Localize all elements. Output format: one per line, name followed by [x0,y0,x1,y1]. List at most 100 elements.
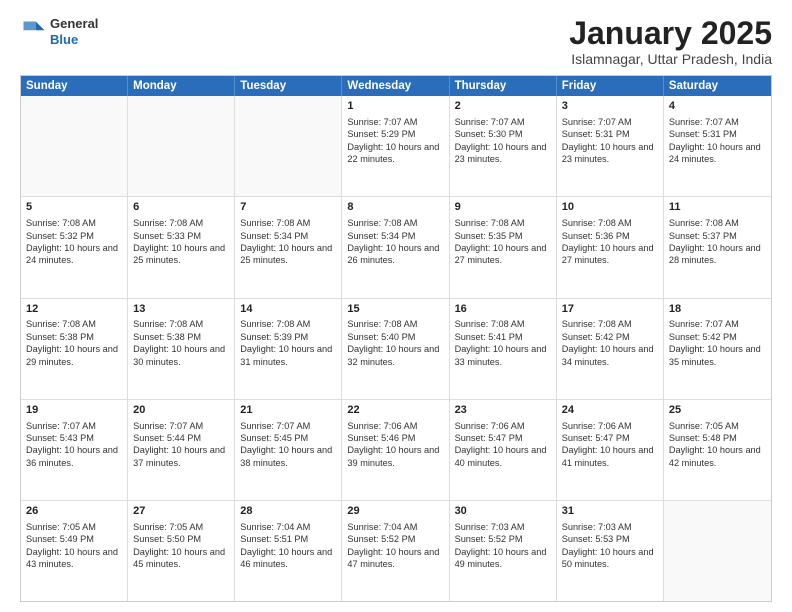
cal-cell: 1Sunrise: 7:07 AMSunset: 5:29 PMDaylight… [342,96,449,196]
sunset-text: Sunset: 5:33 PM [133,230,229,242]
daylight-text: Daylight: 10 hours and 49 minutes. [455,546,551,571]
sunset-text: Sunset: 5:36 PM [562,230,658,242]
logo-general-text: General [50,16,98,32]
day-number: 2 [455,99,551,114]
sunrise-text: Sunrise: 7:08 AM [455,318,551,330]
daylight-text: Daylight: 10 hours and 33 minutes. [455,343,551,368]
day-number: 17 [562,302,658,317]
cal-cell: 29Sunrise: 7:04 AMSunset: 5:52 PMDayligh… [342,501,449,601]
sunrise-text: Sunrise: 7:08 AM [133,217,229,229]
daylight-text: Daylight: 10 hours and 42 minutes. [669,444,766,469]
daylight-text: Daylight: 10 hours and 26 minutes. [347,242,443,267]
sunrise-text: Sunrise: 7:08 AM [562,217,658,229]
logo-icon [20,18,48,46]
sunrise-text: Sunrise: 7:05 AM [669,420,766,432]
day-number: 3 [562,99,658,114]
calendar: SundayMondayTuesdayWednesdayThursdayFrid… [20,75,772,602]
cal-cell: 16Sunrise: 7:08 AMSunset: 5:41 PMDayligh… [450,299,557,399]
sunrise-text: Sunrise: 7:03 AM [562,521,658,533]
daylight-text: Daylight: 10 hours and 40 minutes. [455,444,551,469]
daylight-text: Daylight: 10 hours and 31 minutes. [240,343,336,368]
day-number: 8 [347,200,443,215]
daylight-text: Daylight: 10 hours and 45 minutes. [133,546,229,571]
day-number: 5 [26,200,122,215]
sunset-text: Sunset: 5:47 PM [562,432,658,444]
daylight-text: Daylight: 10 hours and 37 minutes. [133,444,229,469]
daylight-text: Daylight: 10 hours and 39 minutes. [347,444,443,469]
cal-cell: 26Sunrise: 7:05 AMSunset: 5:49 PMDayligh… [21,501,128,601]
cal-cell: 9Sunrise: 7:08 AMSunset: 5:35 PMDaylight… [450,197,557,297]
daylight-text: Daylight: 10 hours and 22 minutes. [347,141,443,166]
daylight-text: Daylight: 10 hours and 27 minutes. [562,242,658,267]
cal-cell: 31Sunrise: 7:03 AMSunset: 5:53 PMDayligh… [557,501,664,601]
sunset-text: Sunset: 5:48 PM [669,432,766,444]
day-number: 23 [455,403,551,418]
day-number: 10 [562,200,658,215]
day-number: 31 [562,504,658,519]
day-number: 6 [133,200,229,215]
sunset-text: Sunset: 5:32 PM [26,230,122,242]
sunrise-text: Sunrise: 7:07 AM [240,420,336,432]
sunset-text: Sunset: 5:31 PM [669,128,766,140]
month-title: January 2025 [569,16,772,51]
sunrise-text: Sunrise: 7:08 AM [669,217,766,229]
sunrise-text: Sunrise: 7:04 AM [347,521,443,533]
sunset-text: Sunset: 5:35 PM [455,230,551,242]
sunrise-text: Sunrise: 7:08 AM [240,318,336,330]
daylight-text: Daylight: 10 hours and 23 minutes. [455,141,551,166]
sunrise-text: Sunrise: 7:07 AM [562,116,658,128]
sunset-text: Sunset: 5:47 PM [455,432,551,444]
sunrise-text: Sunrise: 7:08 AM [26,217,122,229]
sunrise-text: Sunrise: 7:07 AM [347,116,443,128]
day-number: 27 [133,504,229,519]
sunrise-text: Sunrise: 7:08 AM [562,318,658,330]
cal-cell: 5Sunrise: 7:08 AMSunset: 5:32 PMDaylight… [21,197,128,297]
sunset-text: Sunset: 5:38 PM [26,331,122,343]
day-number: 28 [240,504,336,519]
day-number: 18 [669,302,766,317]
cal-cell: 19Sunrise: 7:07 AMSunset: 5:43 PMDayligh… [21,400,128,500]
week-row-4: 19 Sunrise: 7:07 AM Sunset: 5:43 PM Dayligh… [21,400,771,501]
cal-cell: 15Sunrise: 7:08 AMSunset: 5:40 PMDayligh… [342,299,449,399]
daylight-text: Daylight: 10 hours and 47 minutes. [347,546,443,571]
daylight-text: Daylight: 10 hours and 43 minutes. [26,546,122,571]
cal-cell: 4Sunrise: 7:07 AMSunset: 5:31 PMDaylight… [664,96,771,196]
cal-cell: 6Sunrise: 7:08 AMSunset: 5:33 PMDaylight… [128,197,235,297]
day-number: 7 [240,200,336,215]
daylight-text: Daylight: 10 hours and 30 minutes. [133,343,229,368]
sunset-text: Sunset: 5:49 PM [26,533,122,545]
logo-blue-text: Blue [50,32,98,48]
sunrise-text: Sunrise: 7:08 AM [347,217,443,229]
sunset-text: Sunset: 5:46 PM [347,432,443,444]
sunset-text: Sunset: 5:51 PM [240,533,336,545]
sunrise-text: Sunrise: 7:06 AM [562,420,658,432]
sunset-text: Sunset: 5:31 PM [562,128,658,140]
cal-cell: 7Sunrise: 7:08 AMSunset: 5:34 PMDaylight… [235,197,342,297]
sunrise-text: Sunrise: 7:06 AM [455,420,551,432]
day-number: 26 [26,504,122,519]
sunrise-text: Sunrise: 7:07 AM [669,318,766,330]
sunset-text: Sunset: 5:40 PM [347,331,443,343]
sunset-text: Sunset: 5:34 PM [347,230,443,242]
weekday-header-sunday: Sunday [21,76,128,96]
sunrise-text: Sunrise: 7:03 AM [455,521,551,533]
sunset-text: Sunset: 5:43 PM [26,432,122,444]
daylight-text: Daylight: 10 hours and 32 minutes. [347,343,443,368]
sunset-text: Sunset: 5:50 PM [133,533,229,545]
day-number: 13 [133,302,229,317]
weekday-header-wednesday: Wednesday [342,76,449,96]
cal-cell: 23 Sunrise: 7:06 AMSunset: 5:47 PMDayligh… [450,400,557,500]
sunset-text: Sunset: 5:42 PM [669,331,766,343]
week-row-2: 5Sunrise: 7:08 AMSunset: 5:32 PMDaylight… [21,197,771,298]
sunrise-text: Sunrise: 7:08 AM [133,318,229,330]
calendar-header: SundayMondayTuesdayWednesdayThursdayFrid… [21,76,771,96]
day-number: 20 [133,403,229,418]
weekday-header-thursday: Thursday [450,76,557,96]
subtitle: Islamnagar, Uttar Pradesh, India [569,51,772,67]
cal-cell [664,501,771,601]
day-number: 15 [347,302,443,317]
cal-cell: 17Sunrise: 7:08 AMSunset: 5:42 PMDayligh… [557,299,664,399]
day-number: 19 [26,403,122,418]
daylight-text: Daylight: 10 hours and 28 minutes. [669,242,766,267]
sunrise-text: Sunrise: 7:05 AM [133,521,229,533]
